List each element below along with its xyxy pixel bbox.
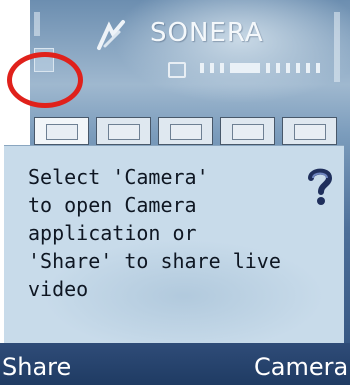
app-icon	[294, 124, 326, 140]
indicator-dot	[220, 63, 224, 73]
dialog-message: Select 'Camera' to open Camera applicati…	[28, 165, 281, 301]
phone-screen: SONERA Select 'Camera' to open Camera ap…	[0, 0, 350, 385]
envelope-icon	[168, 62, 186, 78]
app-icon	[232, 124, 264, 140]
share-softkey[interactable]: Share	[2, 353, 71, 381]
application-tab-row	[34, 117, 350, 147]
softkey-bar: Share Camera	[0, 343, 350, 385]
app-icon	[170, 124, 202, 140]
operator-name: SONERA	[150, 18, 264, 48]
tab-app-5[interactable]	[282, 117, 337, 145]
app-icon	[46, 124, 78, 140]
indicator-dot	[316, 63, 320, 73]
tab-app-3[interactable]	[158, 117, 213, 145]
indicator-dot	[276, 63, 280, 73]
tab-app-1[interactable]	[34, 117, 89, 145]
app-icon	[108, 124, 140, 140]
level-indicator	[200, 63, 345, 73]
indicator-dot	[286, 63, 290, 73]
indicator-dot	[210, 63, 214, 73]
indicator-dot	[266, 63, 270, 73]
tab-app-2[interactable]	[96, 117, 151, 145]
indicator-dot	[230, 63, 260, 73]
signal-strength-bar	[34, 12, 40, 36]
tab-app-4[interactable]	[220, 117, 275, 145]
annotation-circle	[7, 52, 83, 108]
info-dialog: Select 'Camera' to open Camera applicati…	[4, 145, 344, 344]
indicator-dot	[306, 63, 310, 73]
operator-logo-icon	[97, 20, 125, 50]
indicator-dot	[200, 63, 204, 73]
question-mark-icon	[308, 168, 333, 205]
indicator-dot	[296, 63, 300, 73]
camera-softkey[interactable]: Camera	[254, 353, 348, 381]
